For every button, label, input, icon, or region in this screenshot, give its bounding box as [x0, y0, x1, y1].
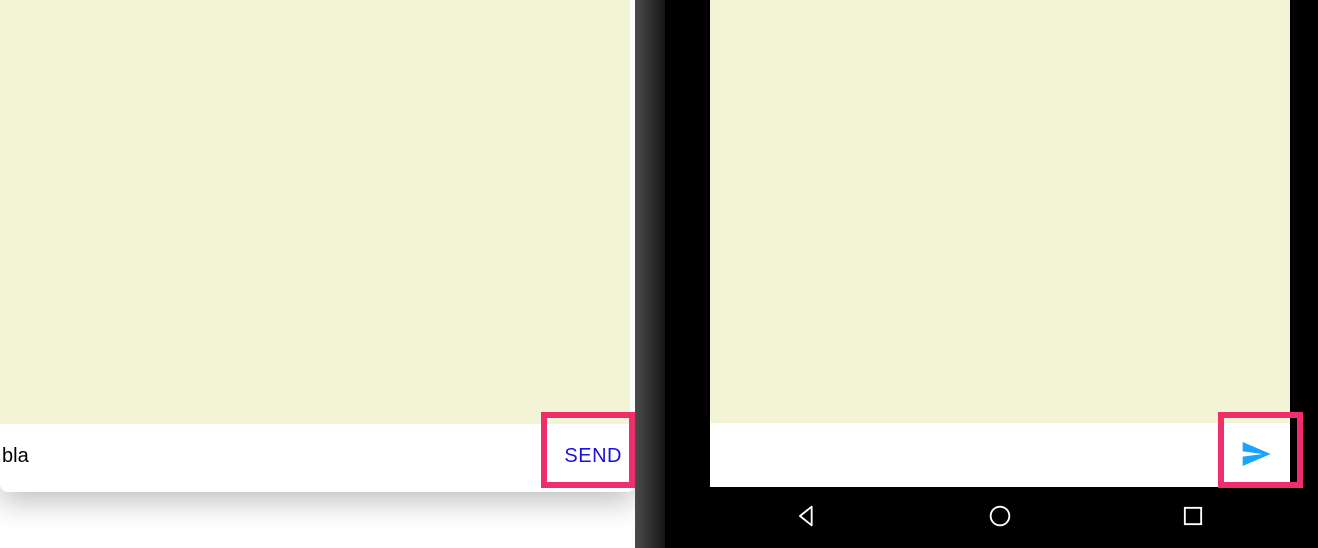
send-button[interactable]	[1222, 423, 1290, 487]
send-button-label: SEND	[564, 445, 622, 468]
left-chat-area	[0, 0, 630, 424]
message-input[interactable]	[710, 423, 1222, 487]
right-chat-area	[710, 0, 1290, 423]
android-navigation-bar	[710, 487, 1290, 548]
send-button[interactable]: SEND	[556, 424, 630, 488]
left-input-row: SEND	[0, 424, 630, 488]
right-device-panel	[665, 0, 1318, 548]
message-input[interactable]	[0, 424, 556, 488]
home-icon	[986, 502, 1014, 534]
nav-home-button[interactable]	[920, 487, 1080, 548]
send-icon	[1240, 438, 1272, 473]
back-icon	[793, 502, 821, 534]
left-device-panel: SEND	[0, 0, 635, 492]
nav-recent-button[interactable]	[1113, 487, 1273, 548]
right-input-row	[710, 423, 1290, 487]
nav-back-button[interactable]	[727, 487, 887, 548]
device-frame-edge	[635, 0, 665, 548]
right-screen	[710, 0, 1290, 548]
recent-icon	[1179, 502, 1207, 534]
